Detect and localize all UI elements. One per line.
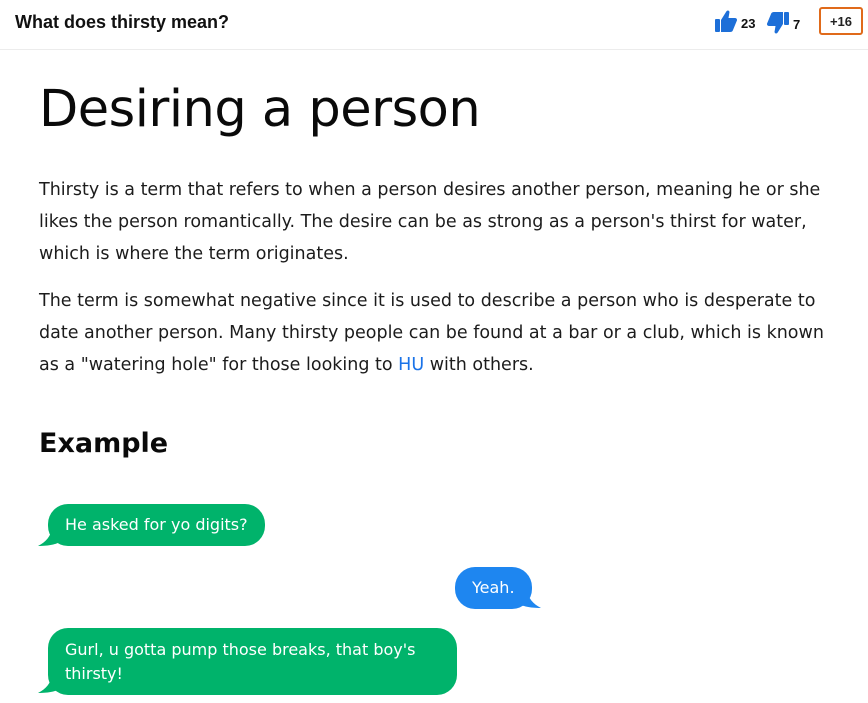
paragraph-2-text-end: with others. [424,355,534,375]
plus-count-button[interactable]: +16 [819,7,863,35]
downvote-count: 7 [793,16,801,32]
thumbs-down-icon [766,8,790,36]
message-text: Gurl, u gotta pump those breaks, that bo… [65,640,416,683]
upvote-count: 23 [741,15,756,31]
bubble-tail-icon [38,675,60,693]
definition-paragraph-1: Thirsty is a term that refers to when a … [39,180,821,264]
hu-link[interactable]: HU [398,355,424,375]
upvote-button[interactable]: 23 [714,8,755,34]
downvote-button[interactable]: 7 [766,8,800,36]
bubble-tail-icon [519,590,541,608]
bubble-tail-icon [38,528,60,546]
example-heading: Example [39,428,169,459]
message-text: He asked for yo digits? [65,515,248,534]
top-bar: What does thirsty mean? 23 7 +16 [0,0,868,50]
question-title: What does thirsty mean? [15,12,230,32]
message-text: Yeah. [472,578,515,597]
chat-bubble-received: Gurl, u gotta pump those breaks, that bo… [48,628,457,695]
thumbs-up-icon [714,8,738,34]
page-title: Desiring a person [39,80,481,139]
definition-paragraph-2: The term is somewhat negative since it i… [39,285,839,381]
chat-bubble-received: He asked for yo digits? [48,504,265,546]
